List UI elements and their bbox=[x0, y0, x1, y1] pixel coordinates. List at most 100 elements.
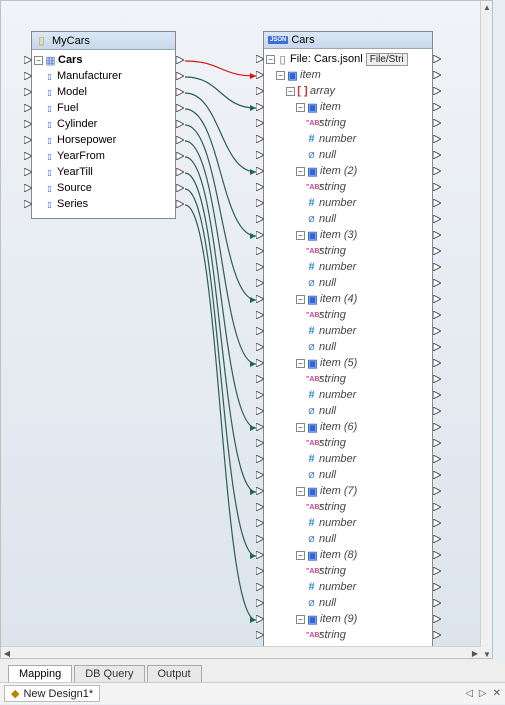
expand-toggle[interactable]: − bbox=[266, 55, 275, 64]
leaf-string-row[interactable]: "AB"string bbox=[266, 307, 431, 323]
output-port[interactable] bbox=[433, 519, 441, 527]
expand-toggle[interactable]: − bbox=[296, 103, 305, 112]
output-port[interactable] bbox=[433, 151, 441, 159]
output-port[interactable] bbox=[433, 183, 441, 191]
nav-prev-icon[interactable]: ◁ bbox=[465, 688, 473, 699]
expand-toggle[interactable]: − bbox=[296, 231, 305, 240]
column-row-yeartill[interactable]: ▯YearTill bbox=[34, 164, 174, 180]
array-item-row[interactable]: −▣item (6) bbox=[266, 419, 431, 435]
file-row[interactable]: −▯File: Cars.jsonlFile/Stri bbox=[266, 51, 431, 67]
column-row-yearfrom[interactable]: ▯YearFrom bbox=[34, 148, 174, 164]
leaf-null-row[interactable]: Ønull bbox=[266, 147, 431, 163]
input-port[interactable] bbox=[256, 567, 264, 575]
input-port[interactable] bbox=[256, 487, 264, 495]
input-port[interactable] bbox=[256, 519, 264, 527]
mapping-canvas[interactable]: ▯ MyCars −▦Cars▯Manufacturer▯Model▯Fuel▯… bbox=[0, 0, 493, 659]
scroll-right-arrow[interactable]: ▶ bbox=[469, 647, 481, 659]
leaf-string-row[interactable]: "AB"string bbox=[266, 435, 431, 451]
tab-mapping[interactable]: Mapping bbox=[8, 665, 72, 682]
expand-toggle[interactable]: − bbox=[286, 87, 295, 96]
array-item-row[interactable]: −▣item (5) bbox=[266, 355, 431, 371]
input-port[interactable] bbox=[256, 375, 264, 383]
column-row-horsepower[interactable]: ▯Horsepower bbox=[34, 132, 174, 148]
output-port[interactable] bbox=[433, 551, 441, 559]
leaf-number-row[interactable]: #number bbox=[266, 451, 431, 467]
nav-close-icon[interactable]: ✕ bbox=[493, 688, 501, 699]
scroll-down-arrow[interactable]: ▼ bbox=[481, 648, 493, 659]
output-port[interactable] bbox=[433, 231, 441, 239]
output-port[interactable] bbox=[176, 120, 184, 128]
output-port[interactable] bbox=[176, 184, 184, 192]
array-item-row[interactable]: −▣item (4) bbox=[266, 291, 431, 307]
leaf-number-row[interactable]: #number bbox=[266, 387, 431, 403]
vertical-scrollbar[interactable]: ▲ ▼ bbox=[480, 1, 492, 659]
leaf-null-row[interactable]: Ønull bbox=[266, 211, 431, 227]
input-port[interactable] bbox=[256, 407, 264, 415]
input-port[interactable] bbox=[256, 231, 264, 239]
input-port[interactable] bbox=[256, 583, 264, 591]
scroll-left-arrow[interactable]: ◀ bbox=[1, 647, 13, 659]
input-port[interactable] bbox=[256, 87, 264, 95]
column-row-fuel[interactable]: ▯Fuel bbox=[34, 100, 174, 116]
leaf-number-row[interactable]: #number bbox=[266, 579, 431, 595]
leaf-string-row[interactable]: "AB"string bbox=[266, 243, 431, 259]
output-port[interactable] bbox=[433, 599, 441, 607]
file-string-button[interactable]: File/Stri bbox=[366, 53, 408, 66]
input-port[interactable] bbox=[24, 120, 32, 128]
target-component-cars[interactable]: JSON Cars −▯File: Cars.jsonlFile/Stri −▣i… bbox=[263, 31, 433, 659]
output-port[interactable] bbox=[176, 72, 184, 80]
input-port[interactable] bbox=[256, 247, 264, 255]
output-port[interactable] bbox=[176, 168, 184, 176]
output-port[interactable] bbox=[433, 135, 441, 143]
leaf-null-row[interactable]: Ønull bbox=[266, 467, 431, 483]
leaf-number-row[interactable]: #number bbox=[266, 131, 431, 147]
leaf-number-row[interactable]: #number bbox=[266, 259, 431, 275]
input-port[interactable] bbox=[24, 72, 32, 80]
target-title-bar[interactable]: JSON Cars bbox=[264, 32, 432, 49]
output-port[interactable] bbox=[433, 631, 441, 639]
input-port[interactable] bbox=[256, 199, 264, 207]
input-port[interactable] bbox=[24, 88, 32, 96]
array-item-row[interactable]: −▣item (2) bbox=[266, 163, 431, 179]
output-port[interactable] bbox=[433, 407, 441, 415]
output-port[interactable] bbox=[433, 359, 441, 367]
array-item-row[interactable]: −▣item (8) bbox=[266, 547, 431, 563]
leaf-string-row[interactable]: "AB"string bbox=[266, 627, 431, 643]
output-port[interactable] bbox=[433, 247, 441, 255]
input-port[interactable] bbox=[256, 327, 264, 335]
expand-toggle[interactable]: − bbox=[296, 167, 305, 176]
input-port[interactable] bbox=[24, 152, 32, 160]
expand-toggle[interactable]: − bbox=[296, 487, 305, 496]
column-row-manufacturer[interactable]: ▯Manufacturer bbox=[34, 68, 174, 84]
output-port[interactable] bbox=[433, 423, 441, 431]
input-port[interactable] bbox=[256, 439, 264, 447]
leaf-null-row[interactable]: Ønull bbox=[266, 339, 431, 355]
output-port[interactable] bbox=[176, 200, 184, 208]
leaf-string-row[interactable]: "AB"string bbox=[266, 371, 431, 387]
input-port[interactable] bbox=[256, 263, 264, 271]
input-port[interactable] bbox=[256, 359, 264, 367]
input-port[interactable] bbox=[256, 103, 264, 111]
input-port[interactable] bbox=[256, 311, 264, 319]
expand-toggle[interactable]: − bbox=[34, 56, 43, 65]
output-port[interactable] bbox=[433, 487, 441, 495]
array-item-row[interactable]: −▣item bbox=[266, 99, 431, 115]
output-port[interactable] bbox=[433, 103, 441, 111]
output-port[interactable] bbox=[176, 56, 184, 64]
expand-toggle[interactable]: − bbox=[296, 551, 305, 560]
output-port[interactable] bbox=[433, 583, 441, 591]
input-port[interactable] bbox=[256, 183, 264, 191]
input-port[interactable] bbox=[256, 167, 264, 175]
output-port[interactable] bbox=[176, 104, 184, 112]
document-tab[interactable]: ◆ New Design1* bbox=[4, 685, 100, 702]
input-port[interactable] bbox=[256, 455, 264, 463]
output-port[interactable] bbox=[433, 343, 441, 351]
tab-output[interactable]: Output bbox=[147, 665, 202, 682]
horizontal-scrollbar[interactable]: ◀ ▶ bbox=[1, 646, 481, 658]
output-port[interactable] bbox=[176, 136, 184, 144]
column-row-series[interactable]: ▯Series bbox=[34, 196, 174, 212]
output-port[interactable] bbox=[433, 327, 441, 335]
output-port[interactable] bbox=[433, 311, 441, 319]
input-port[interactable] bbox=[256, 279, 264, 287]
input-port[interactable] bbox=[256, 119, 264, 127]
